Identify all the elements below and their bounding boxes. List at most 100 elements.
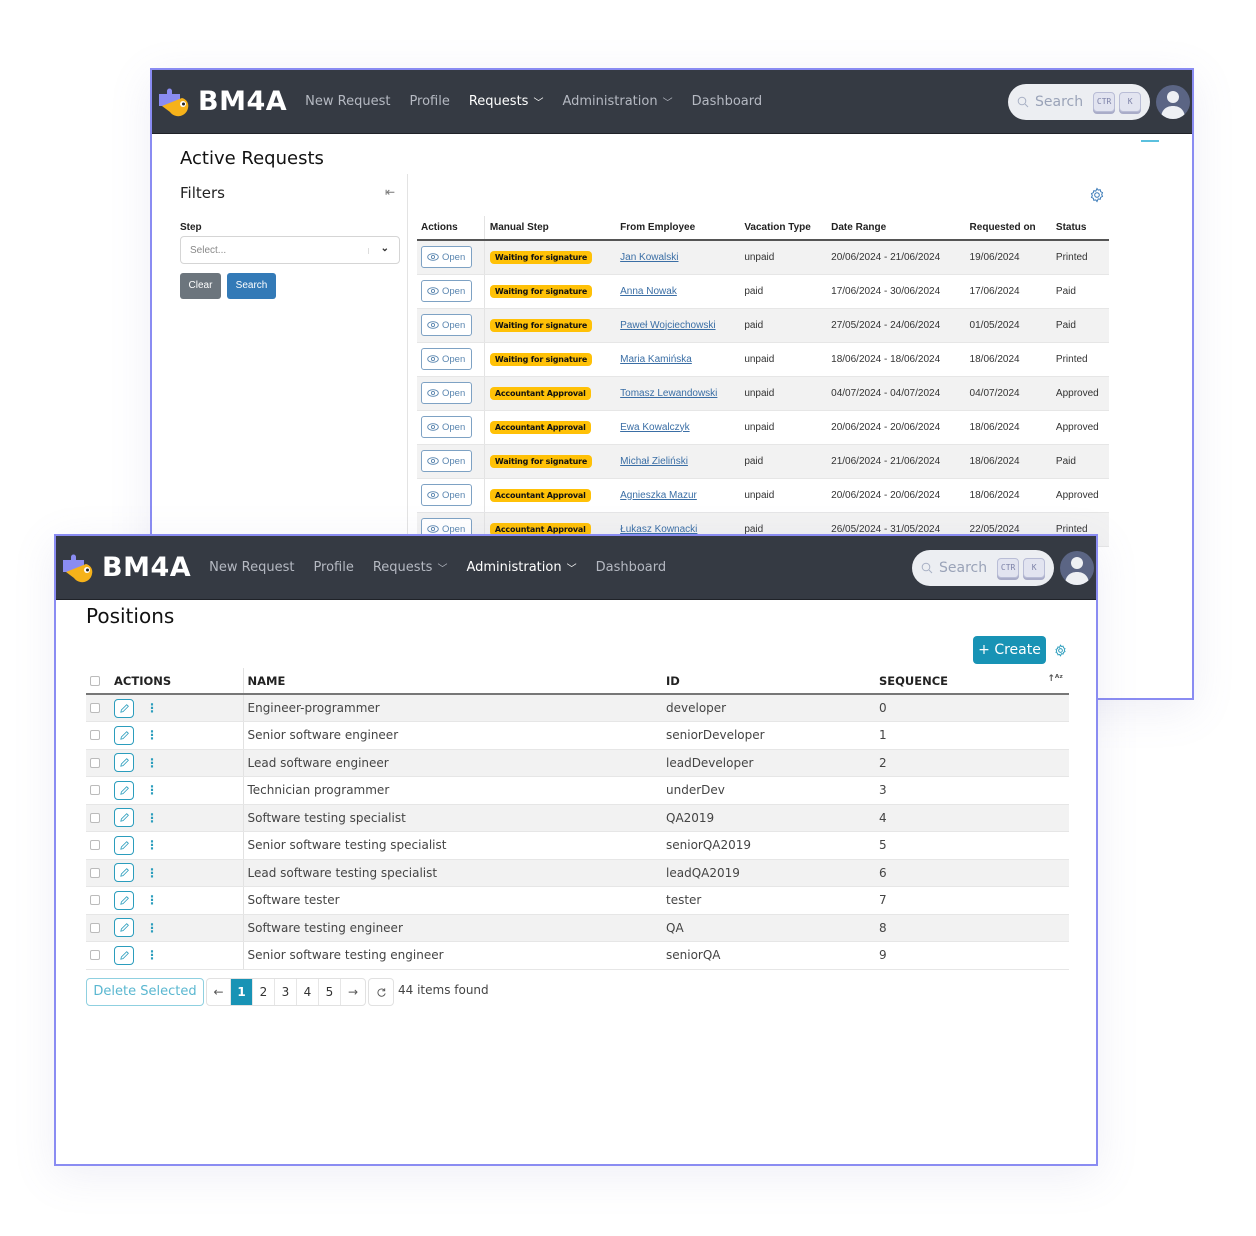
page-2-button[interactable]: 2 — [253, 979, 275, 1005]
actions-cell: ⋮ — [86, 914, 243, 942]
more-options-icon[interactable]: ⋮ — [146, 756, 158, 770]
edit-button[interactable] — [114, 808, 134, 828]
refresh-button[interactable] — [368, 978, 394, 1006]
global-search[interactable]: Search CTR K — [912, 550, 1054, 586]
edit-button[interactable] — [114, 698, 134, 718]
open-button[interactable]: Open — [421, 348, 472, 370]
employee-link[interactable]: Ewa Kowalczyk — [620, 422, 689, 433]
edit-button[interactable] — [114, 918, 134, 938]
more-options-icon[interactable]: ⋮ — [146, 921, 158, 935]
row-checkbox[interactable] — [90, 812, 100, 823]
page-1-button[interactable]: 1 — [231, 979, 253, 1005]
nav-profile[interactable]: Profile — [409, 94, 449, 109]
nav-requests[interactable]: Requests ﹀ — [469, 94, 544, 109]
employee-link[interactable]: Paweł Wojciechowski — [620, 320, 715, 331]
user-avatar[interactable] — [1060, 551, 1094, 585]
brand-logo[interactable]: BM4A — [60, 550, 191, 586]
employee-link[interactable]: Anna Nowak — [620, 286, 677, 297]
row-checkbox[interactable] — [90, 840, 100, 851]
employee-link[interactable]: Tomasz Lewandowski — [620, 388, 717, 399]
status-cell: Paid — [1050, 274, 1109, 309]
more-options-icon[interactable]: ⋮ — [146, 701, 158, 715]
nav-requests[interactable]: Requests ﹀ — [373, 560, 448, 575]
clear-button[interactable]: Clear — [180, 273, 221, 299]
row-checkbox[interactable] — [90, 950, 100, 961]
next-page-button[interactable]: → — [341, 979, 365, 1005]
col-id[interactable]: ID — [662, 668, 875, 695]
status-cell: Approved — [1050, 410, 1109, 445]
row-checkbox[interactable] — [90, 785, 100, 796]
search-button[interactable]: Search — [227, 273, 276, 299]
open-button[interactable]: Open — [421, 416, 472, 438]
nav-dashboard[interactable]: Dashboard — [596, 560, 667, 575]
edit-button[interactable] — [114, 890, 134, 910]
open-button[interactable]: Open — [421, 280, 472, 302]
status-cell: Approved — [1050, 478, 1109, 513]
row-checkbox[interactable] — [90, 895, 100, 906]
edit-button[interactable] — [114, 863, 134, 883]
date-range-cell: 20/06/2024 - 21/06/2024 — [826, 240, 965, 275]
step-badge: Waiting for signature — [489, 318, 593, 332]
table-settings-gear-icon[interactable] — [1054, 644, 1067, 657]
main-nav: New Request Profile Requests ﹀ Administratio… — [209, 560, 685, 575]
select-all-checkbox[interactable] — [90, 676, 100, 686]
open-button[interactable]: Open — [421, 246, 472, 269]
page-3-button[interactable]: 3 — [275, 979, 297, 1005]
page-4-button[interactable]: 4 — [297, 979, 319, 1005]
nav-dashboard[interactable]: Dashboard — [692, 94, 763, 109]
row-checkbox[interactable] — [90, 922, 100, 933]
col-name[interactable]: NAME — [242, 668, 662, 695]
employee-link[interactable]: Michał Zieliński — [620, 456, 688, 467]
nav-new-request[interactable]: New Request — [305, 94, 390, 109]
row-checkbox[interactable] — [90, 867, 100, 878]
more-options-icon[interactable]: ⋮ — [146, 893, 158, 907]
col-manual-step: Manual Step — [484, 216, 616, 241]
global-search[interactable]: Search CTR K — [1008, 84, 1150, 120]
prev-page-button[interactable]: ← — [207, 979, 231, 1005]
more-options-icon[interactable]: ⋮ — [146, 866, 158, 880]
nav-administration[interactable]: Administration ﹀ — [562, 94, 672, 109]
brand-logo[interactable]: BM4A — [156, 84, 287, 120]
open-button[interactable]: Open — [421, 484, 472, 506]
edit-button[interactable] — [114, 753, 134, 773]
more-options-icon[interactable]: ⋮ — [146, 811, 158, 825]
collapse-filters-icon[interactable]: ⇤ — [385, 185, 395, 199]
more-options-icon[interactable]: ⋮ — [146, 838, 158, 852]
shortcut-key-k: K — [1119, 92, 1142, 112]
more-options-icon[interactable]: ⋮ — [146, 728, 158, 742]
employee-link[interactable]: Jan Kowalski — [620, 252, 678, 263]
sequence-cell: 9 — [875, 941, 1069, 970]
employee-link[interactable]: Maria Kamińska — [620, 354, 692, 365]
row-checkbox[interactable] — [90, 757, 100, 768]
table-row: ⋮ Technician programmer underDev 3 — [86, 776, 1069, 805]
open-button[interactable]: Open — [421, 382, 472, 404]
nav-new-request[interactable]: New Request — [209, 560, 294, 575]
page-5-button[interactable]: 5 — [319, 979, 341, 1005]
create-button[interactable]: + Create — [973, 636, 1046, 664]
step-badge: Waiting for signature — [489, 250, 593, 264]
edit-button[interactable] — [114, 945, 134, 965]
employee-link[interactable]: Łukasz Kownacki — [620, 524, 697, 535]
actions-cell: Open — [417, 274, 485, 309]
col-sequence[interactable]: SEQUENCE ↑ᴬᶻ — [875, 668, 1069, 695]
step-select[interactable]: Select... ⌄ — [180, 236, 400, 264]
manual-step-cell: Accountant Approval — [484, 410, 616, 445]
more-options-icon[interactable]: ⋮ — [146, 948, 158, 962]
employee-link[interactable]: Agnieszka Mazur — [620, 490, 697, 501]
sort-az-icon[interactable]: ↑ᴬᶻ — [1047, 674, 1063, 684]
more-options-icon[interactable]: ⋮ — [146, 783, 158, 797]
edit-button[interactable] — [114, 725, 134, 745]
table-settings-gear-icon[interactable] — [1089, 187, 1105, 203]
nav-profile[interactable]: Profile — [313, 560, 353, 575]
open-button[interactable]: Open — [421, 450, 472, 472]
nav-administration[interactable]: Administration ﹀ — [466, 560, 576, 575]
edit-button[interactable] — [114, 780, 134, 800]
open-label: Open — [442, 251, 466, 263]
row-checkbox[interactable] — [90, 730, 100, 741]
manual-step-cell: Waiting for signature — [484, 240, 616, 275]
user-avatar[interactable] — [1156, 85, 1190, 119]
open-button[interactable]: Open — [421, 314, 472, 336]
delete-selected-button[interactable]: Delete Selected — [86, 978, 204, 1006]
edit-button[interactable] — [114, 835, 134, 855]
row-checkbox[interactable] — [90, 703, 100, 713]
